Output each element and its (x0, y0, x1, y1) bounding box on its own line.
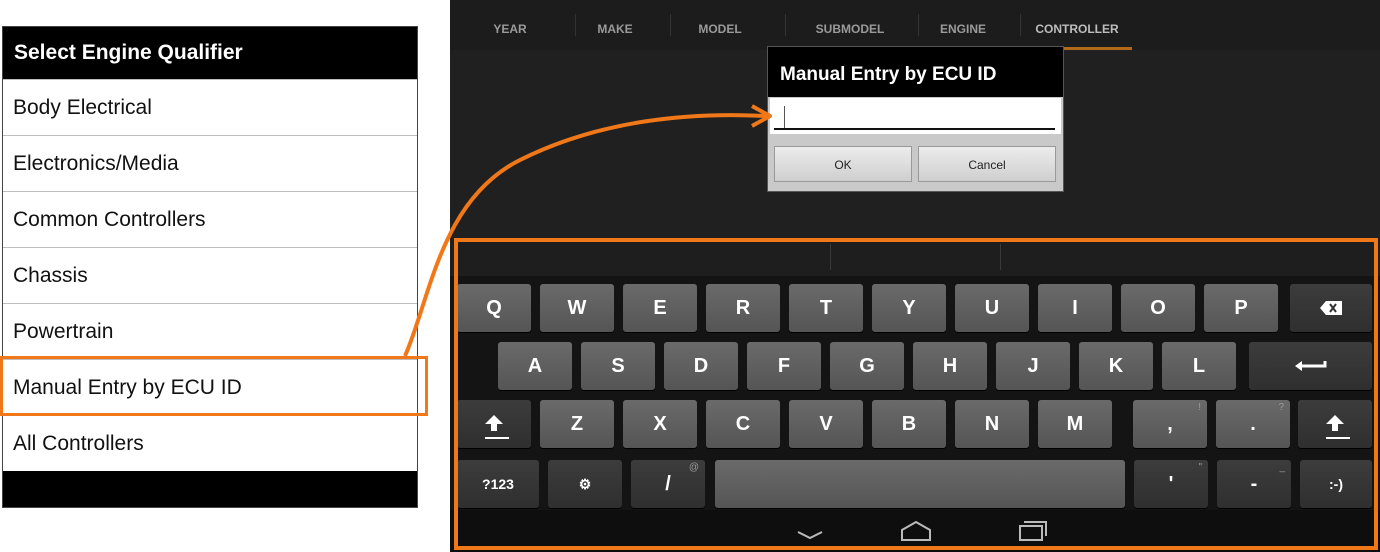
annotation-arrow (403, 104, 772, 357)
